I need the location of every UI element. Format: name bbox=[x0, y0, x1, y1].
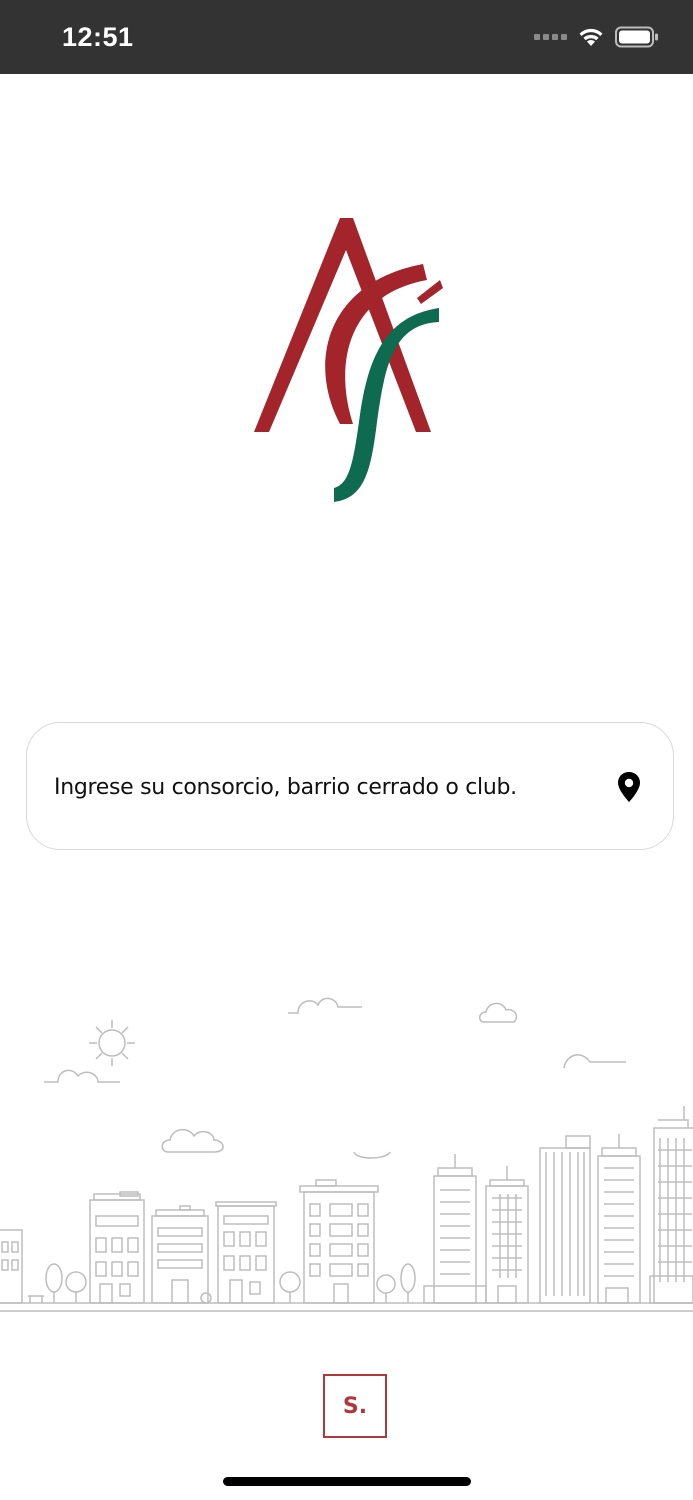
city-skyline-illustration bbox=[0, 980, 693, 1320]
status-icons bbox=[534, 26, 659, 48]
home-indicator[interactable] bbox=[223, 1477, 471, 1486]
battery-icon bbox=[615, 26, 659, 48]
community-search-input[interactable]: Ingrese su consorcio, barrio cerrado o c… bbox=[26, 722, 674, 850]
location-pin-icon[interactable] bbox=[617, 771, 641, 808]
wifi-icon bbox=[577, 26, 605, 48]
brand-badge: S. bbox=[323, 1374, 387, 1438]
app-logo bbox=[245, 212, 450, 512]
search-placeholder: Ingrese su consorcio, barrio cerrado o c… bbox=[54, 775, 517, 800]
status-time: 12:51 bbox=[62, 22, 134, 52]
cellular-signal-icon bbox=[534, 34, 567, 40]
status-bar: 12:51 bbox=[0, 0, 693, 74]
